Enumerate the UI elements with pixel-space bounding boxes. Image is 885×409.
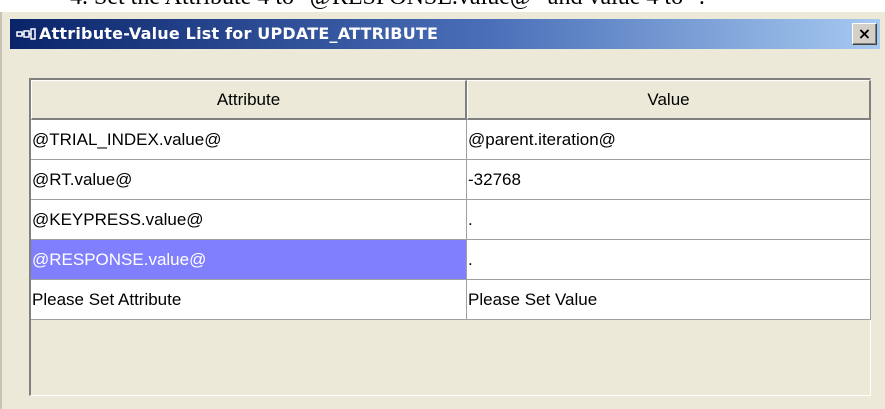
close-button[interactable]: × [852, 23, 877, 45]
column-header-attribute[interactable]: Attribute [31, 80, 467, 120]
attribute-cell-placeholder[interactable]: Please Set Attribute [31, 280, 467, 320]
attribute-cell[interactable]: @KEYPRESS.value@ [31, 200, 467, 240]
attribute-cell-selected[interactable]: @RESPONSE.value@ [31, 240, 467, 280]
attribute-value-table-panel: Attribute Value @TRIAL_INDEX.value@ @par… [29, 78, 871, 396]
table-row-selected[interactable]: @RESPONSE.value@ . [31, 240, 871, 280]
attribute-value-dialog: Attribute-Value List for UPDATE_ATTRIBUT… [0, 12, 885, 409]
attribute-value-table: Attribute Value @TRIAL_INDEX.value@ @par… [31, 80, 871, 320]
document-text: 4. Set the Attribute 4 to "@RESPONSE.val… [70, 0, 715, 11]
attribute-cell[interactable]: @TRIAL_INDEX.value@ [31, 120, 467, 160]
value-cell[interactable]: . [467, 240, 871, 280]
table-row[interactable]: @TRIAL_INDEX.value@ @parent.iteration@ [31, 120, 871, 160]
value-cell-placeholder[interactable]: Please Set Value [467, 280, 871, 320]
value-cell[interactable]: . [467, 200, 871, 240]
value-cell[interactable]: @parent.iteration@ [467, 120, 871, 160]
table-header: Attribute Value [31, 80, 871, 120]
table-row-placeholder[interactable]: Please Set Attribute Please Set Value [31, 280, 871, 320]
title-bar[interactable]: Attribute-Value List for UPDATE_ATTRIBUT… [10, 19, 880, 49]
close-icon: × [857, 24, 872, 43]
window-title: Attribute-Value List for UPDATE_ATTRIBUT… [39, 24, 439, 43]
table-row[interactable]: @RT.value@ -32768 [31, 160, 871, 200]
table-row[interactable]: @KEYPRESS.value@ . [31, 200, 871, 240]
attribute-cell[interactable]: @RT.value@ [31, 160, 467, 200]
link-icon [16, 28, 36, 40]
document-text-fragment: 4. Set the Attribute 4 to "@RESPONSE.val… [0, 0, 885, 12]
value-cell[interactable]: -32768 [467, 160, 871, 200]
column-header-value[interactable]: Value [467, 80, 871, 120]
